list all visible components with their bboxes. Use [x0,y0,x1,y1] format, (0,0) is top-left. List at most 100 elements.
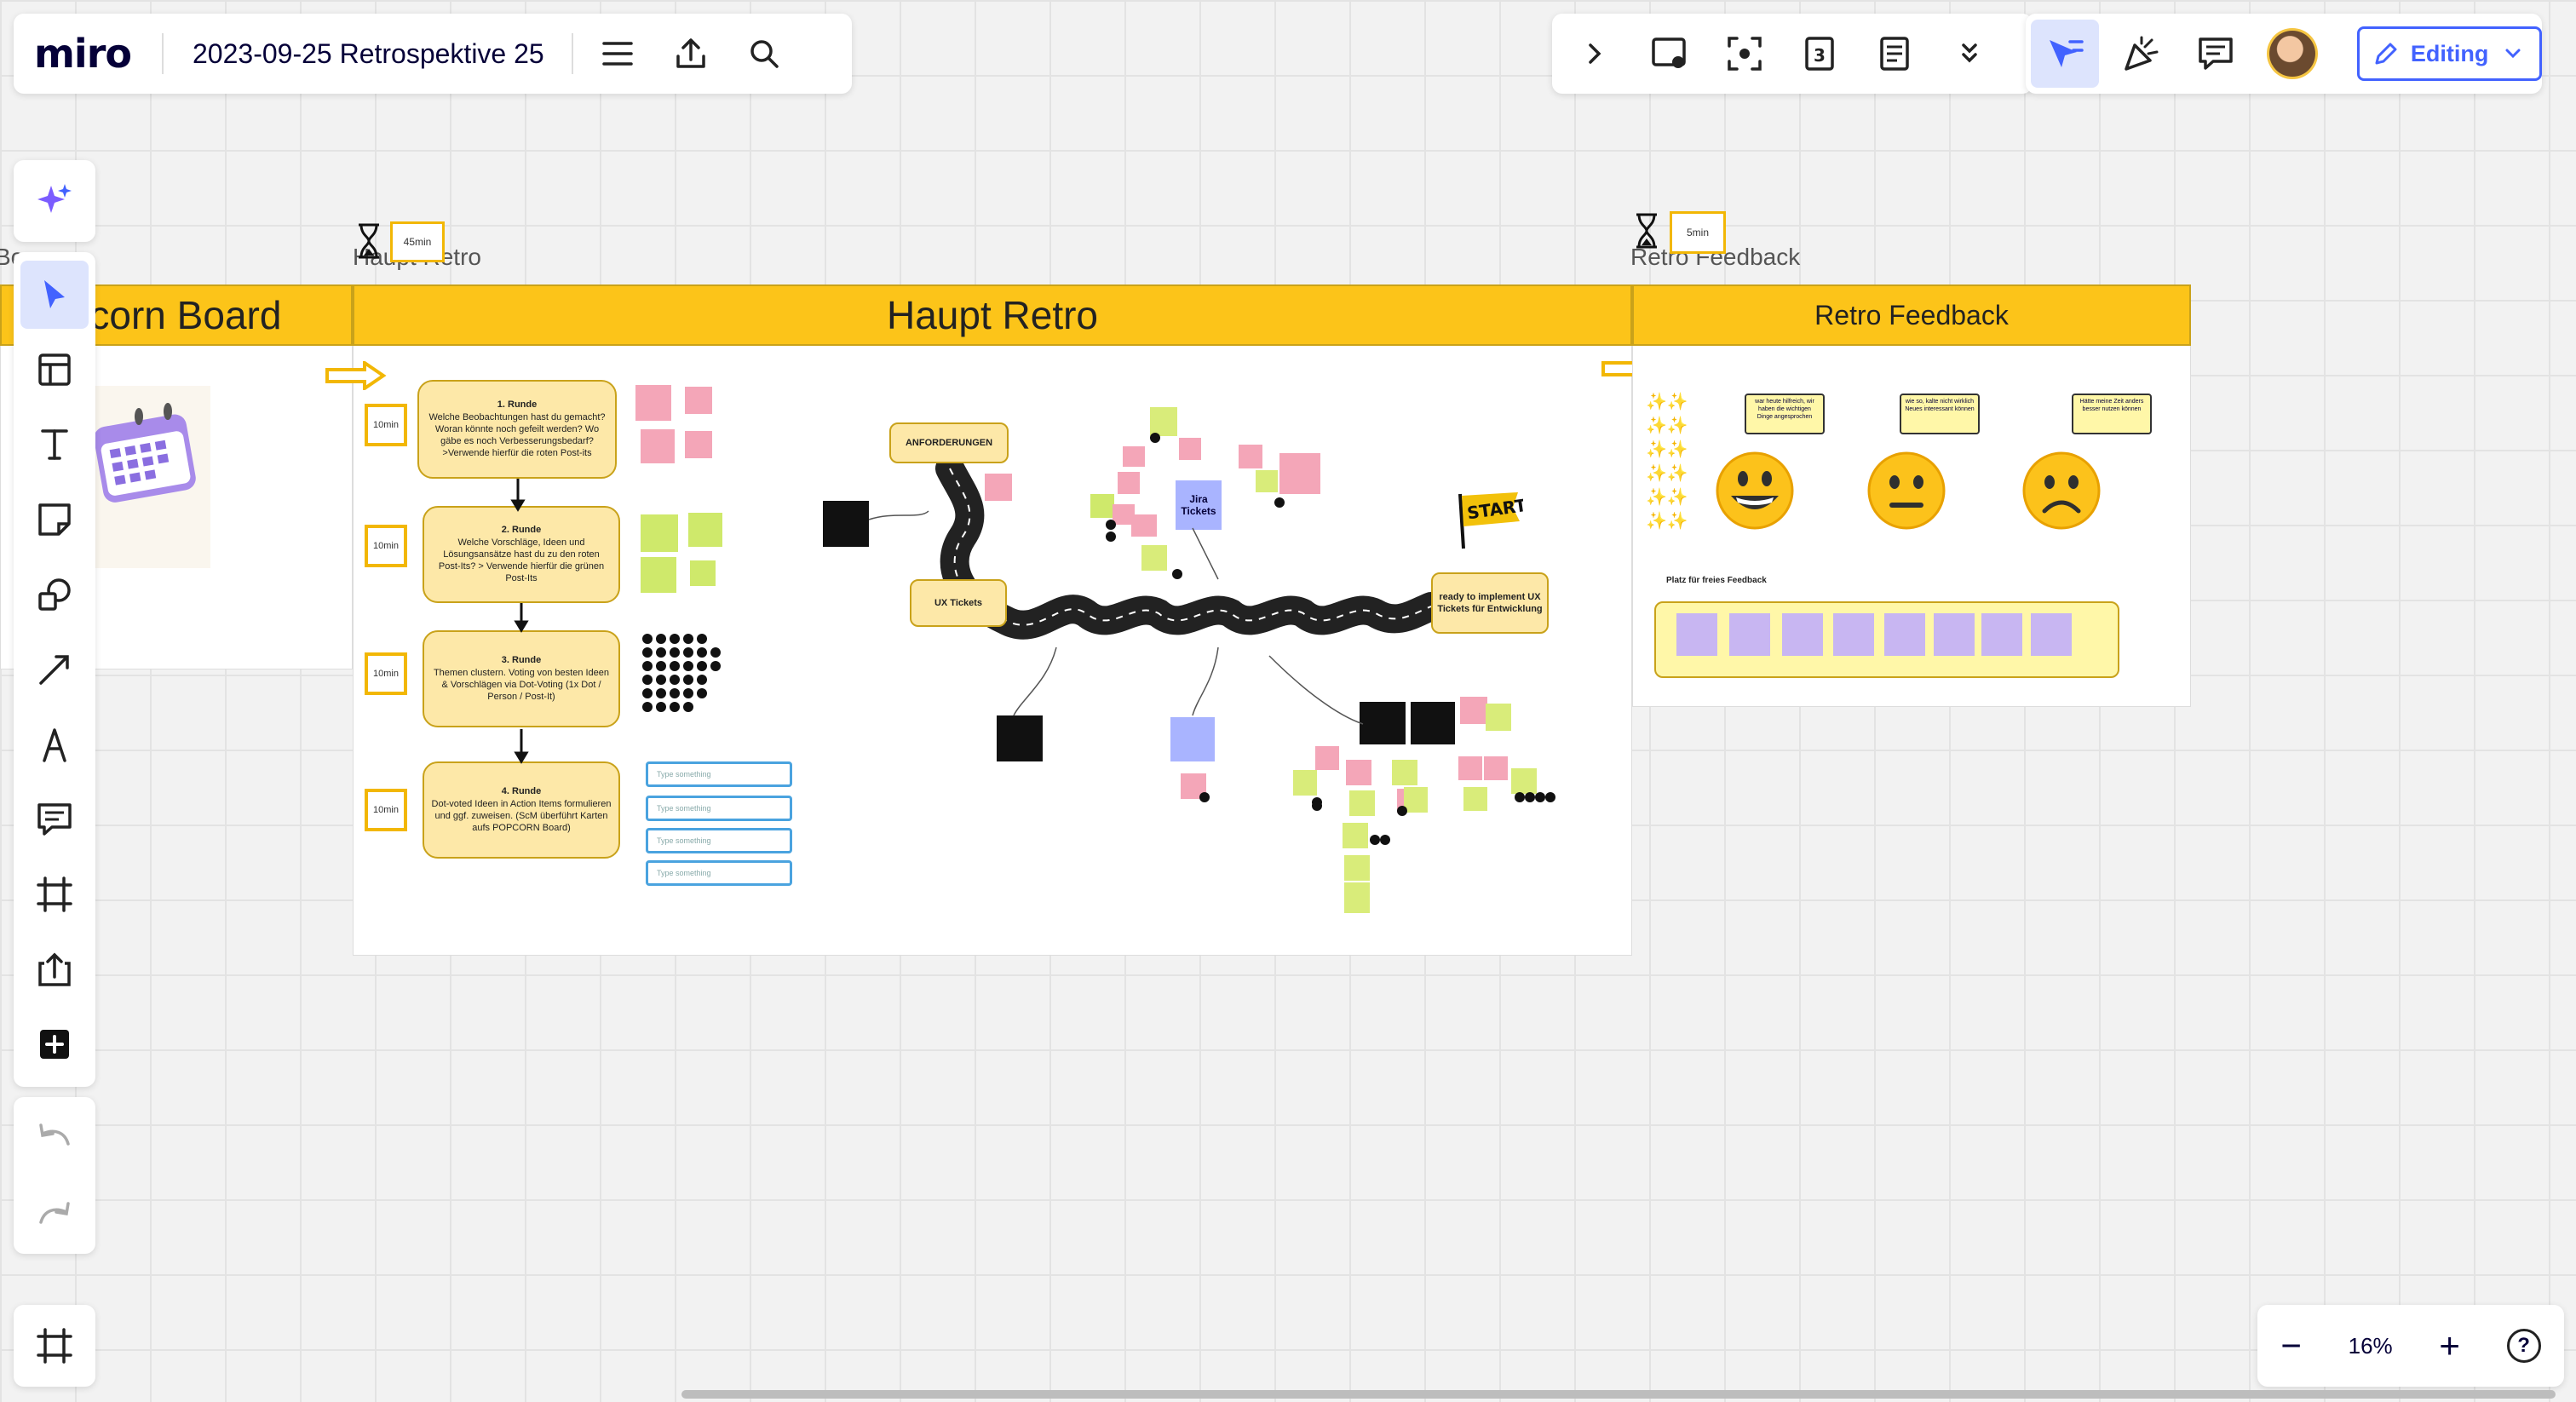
sticky-note[interactable] [1141,545,1167,571]
timer-icon[interactable]: 3 [1796,30,1843,78]
zoom-in-button[interactable]: + [2439,1325,2460,1366]
sticky-note[interactable] [635,385,671,421]
celebrate-icon[interactable] [2118,30,2165,78]
voting-dots[interactable] [641,632,734,726]
happy-face-icon[interactable] [1714,450,1796,536]
round-1-box[interactable]: 1. Runde Welche Beobachtungen hast du ge… [417,380,617,479]
select-tool-icon[interactable] [20,261,89,329]
action-item-input[interactable]: Type something [646,796,792,821]
haupt-retro-header[interactable]: Haupt Retro [353,284,1632,346]
sticky-note[interactable] [1458,756,1482,780]
feedback-sticky[interactable] [1934,613,1975,656]
sticky-note[interactable] [1256,470,1278,492]
feedback-bubble-happy[interactable]: war heute hilfreich, wir haben die wicht… [1745,394,1825,434]
sticky-note[interactable] [1279,453,1320,494]
road-sign-anforderungen[interactable]: ANFORDERUNGEN [889,422,1009,463]
sticky-note[interactable] [1404,787,1428,813]
sticky-note[interactable] [1118,472,1140,494]
board-title[interactable]: 2023-09-25 Retrospektive 25 [193,38,544,70]
feedback-sticky[interactable] [1981,613,2022,656]
sticky-note[interactable] [1150,407,1177,436]
search-icon[interactable] [740,30,788,78]
help-button[interactable]: ? [2506,1329,2541,1363]
sticky-note[interactable] [1392,760,1417,785]
sticky-note[interactable] [685,387,712,414]
sticky-note[interactable] [641,557,676,593]
sticky-note[interactable] [1349,790,1375,816]
present-icon[interactable] [1646,30,1693,78]
horizontal-scrollbar[interactable] [681,1390,2556,1399]
sticky-note[interactable] [1315,746,1339,770]
chevrons-down-icon[interactable] [1946,30,1993,78]
sticky-note[interactable] [690,560,716,586]
feedback-timer[interactable]: 5min [1670,211,1726,254]
feedback-sticky[interactable] [1884,613,1925,656]
feedback-sticky[interactable] [1833,613,1874,656]
export-icon[interactable] [667,30,715,78]
feedback-sticky[interactable] [1782,613,1823,656]
user-avatar[interactable] [2267,28,2318,79]
upload-icon[interactable] [20,935,89,1003]
editing-mode-button[interactable]: Editing [2356,26,2542,81]
more-apps-plus-icon[interactable] [20,1010,89,1078]
comment-tool-icon[interactable] [20,785,89,853]
sticky-note[interactable] [1293,770,1317,796]
action-item-input[interactable]: Type something [646,761,792,787]
sticky-note[interactable] [641,514,678,552]
undo-icon[interactable] [37,1122,72,1152]
sticky-note[interactable] [1486,704,1511,731]
frame-tool-icon[interactable] [20,860,89,928]
feedback-sticky[interactable] [2031,613,2072,656]
sticky-note[interactable] [1346,760,1371,785]
notes-icon[interactable] [1871,30,1918,78]
sticky-note[interactable] [641,429,675,463]
sticky-note[interactable] [1179,438,1201,460]
sad-face-icon[interactable] [2021,450,2102,536]
retro-feedback-header[interactable]: Retro Feedback [1632,284,2191,346]
road-sign-ready[interactable]: ready to implement UX Tickets für Entwic… [1431,572,1549,634]
sticky-note[interactable] [1511,768,1537,794]
select-cursor-icon[interactable] [2031,20,2099,88]
sticky-note[interactable] [1239,445,1262,468]
retro-feedback-title: Retro Feedback [1814,299,2009,330]
left-toolbar [14,252,95,1087]
sticky-note[interactable] [1090,494,1114,518]
comments-icon[interactable] [2192,30,2240,78]
frames-panel-button[interactable] [14,1305,95,1387]
text-tool-icon[interactable] [20,411,89,479]
sticky-note[interactable] [1460,697,1487,724]
sticky-note[interactable] [688,513,722,547]
menu-icon[interactable] [594,30,641,78]
sticky-note[interactable] [1343,823,1368,848]
feedback-sticky[interactable] [1676,613,1717,656]
chevron-right-icon[interactable] [1571,30,1619,78]
main-timer[interactable]: 45min [390,221,445,262]
redo-icon[interactable] [37,1200,72,1230]
templates-icon[interactable] [20,336,89,404]
pen-tool-icon[interactable] [20,710,89,779]
sticky-note[interactable] [985,474,1012,501]
zoom-level[interactable]: 16% [2349,1333,2393,1359]
zoom-out-button[interactable]: − [2280,1325,2302,1366]
connector-line-tool-icon[interactable] [20,635,89,704]
feedback-bubble-neutral[interactable]: wie so, kalte nicht wirklich Neues inter… [1900,394,1980,434]
feedback-sticky[interactable] [1729,613,1770,656]
shapes-tool-icon[interactable] [20,560,89,629]
sticky-note[interactable] [685,431,712,458]
sticky-note[interactable] [1344,882,1370,913]
ai-assist-button[interactable] [14,160,95,242]
sticky-note[interactable] [1131,514,1157,537]
neutral-face-icon[interactable] [1866,450,1947,536]
sticky-note[interactable] [1463,787,1487,811]
feedback-bubble-sad[interactable]: Hätte meine Zeit anders besser nutzen kö… [2072,394,2152,434]
focus-icon[interactable] [1721,30,1768,78]
action-item-input[interactable]: Type something [646,828,792,853]
round-4-box[interactable]: 4. Runde Dot-voted Ideen in Action Items… [423,761,620,859]
sticky-note-tool-icon[interactable] [20,486,89,554]
popcorn-board-image [86,386,210,568]
sticky-note[interactable] [1344,855,1370,881]
sticky-note[interactable] [1123,446,1145,467]
sticky-note[interactable] [1484,756,1508,780]
action-item-input[interactable]: Type something [646,860,792,886]
miro-logo[interactable]: miro [34,31,132,77]
